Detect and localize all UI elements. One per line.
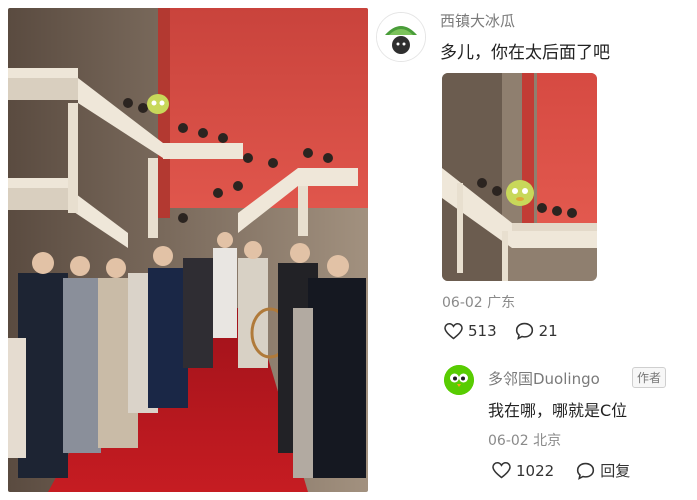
user-avatar[interactable]	[376, 12, 426, 62]
heart-icon	[492, 462, 511, 479]
comment-date: 06-02	[488, 433, 529, 449]
reply-count: 21	[538, 322, 558, 340]
reply-count-button[interactable]: 21	[515, 322, 558, 340]
reply-button[interactable]: 回复	[576, 460, 630, 481]
comment-icon	[577, 462, 595, 480]
heart-icon	[444, 322, 463, 339]
comment-actions: 513 21	[444, 322, 558, 340]
comment-location: 北京	[533, 433, 562, 449]
comment-meta: 06-02 北京	[488, 430, 561, 450]
like-count: 513	[468, 322, 497, 340]
like-count: 1022	[516, 461, 555, 480]
comment-username[interactable]: 西镇大冰瓜	[440, 10, 515, 31]
comment-meta: 06-02 广东	[442, 292, 515, 312]
comment-text: 多儿，你在太后面了吧	[440, 43, 610, 63]
comment-image[interactable]	[442, 73, 597, 281]
comment-actions: 1022 回复	[492, 460, 630, 481]
like-button[interactable]: 513	[444, 322, 497, 340]
comment-location: 广东	[487, 295, 516, 311]
duolingo-owl-icon	[444, 365, 474, 395]
comment-username[interactable]: 多邻国Duolingo	[488, 368, 600, 389]
like-button[interactable]: 1022	[492, 462, 554, 480]
reply-label: 回复	[600, 462, 631, 480]
post-photo[interactable]	[8, 8, 368, 492]
comment-icon	[515, 322, 533, 340]
author-badge: 作者	[632, 367, 667, 388]
watermelon-avatar-icon	[377, 13, 425, 61]
duolingo-avatar[interactable]	[444, 365, 474, 395]
comment-text: 我在哪，哪就是C位	[488, 401, 628, 420]
comment-date: 06-02	[442, 295, 483, 311]
